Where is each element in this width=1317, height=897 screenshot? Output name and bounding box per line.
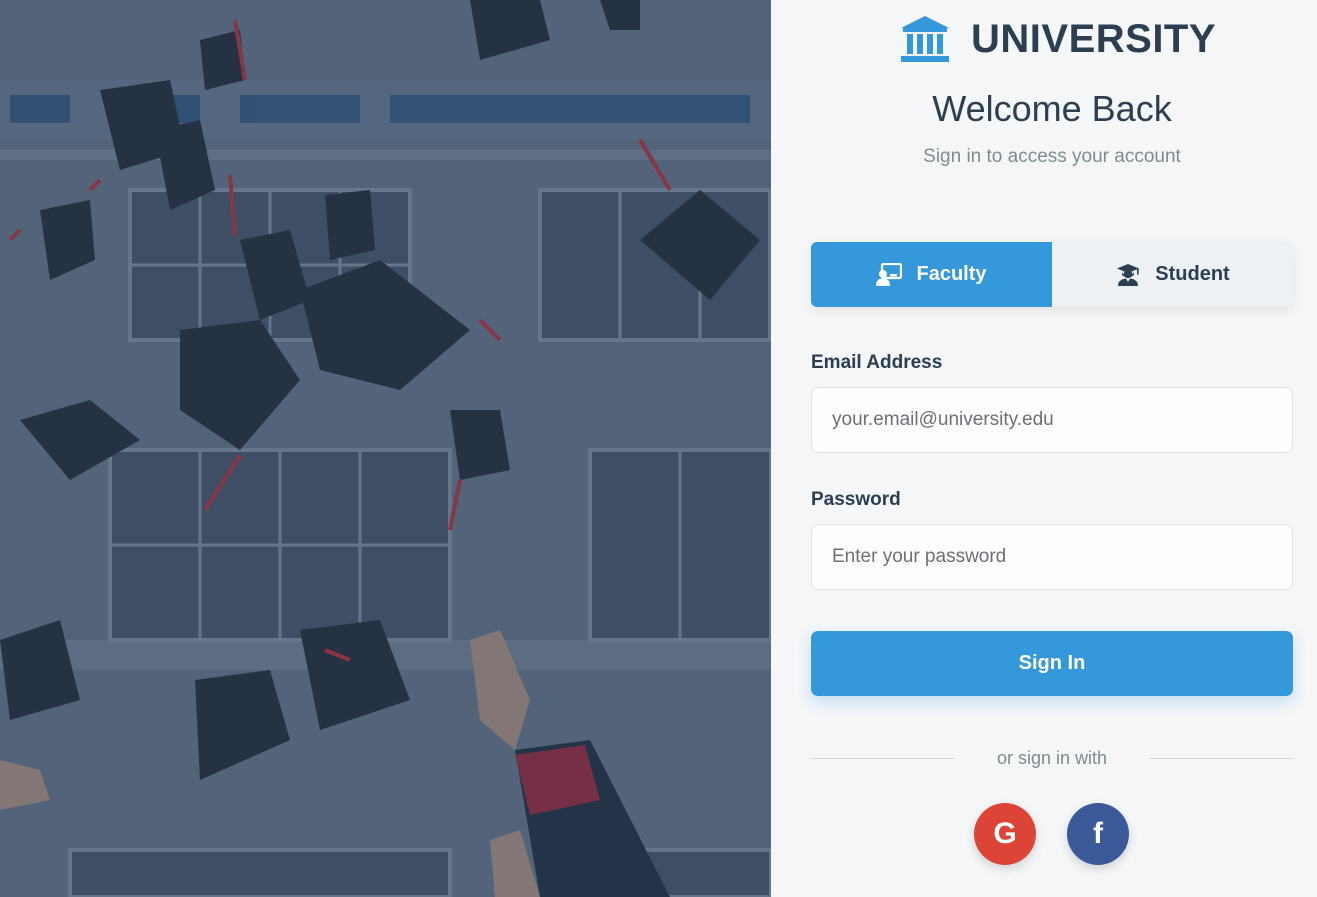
divider-line-left (811, 758, 955, 759)
user-graduate-icon (1115, 263, 1141, 287)
login-page: UNIVERSITY Welcome Back Sign in to acces… (0, 0, 1317, 897)
facebook-signin-button[interactable]: f (1067, 803, 1129, 865)
tab-faculty-label: Faculty (916, 263, 987, 285)
email-field[interactable] (811, 387, 1293, 453)
university-building-icon (899, 14, 951, 64)
google-icon: G (993, 817, 1017, 850)
social-login: G f (974, 803, 1129, 865)
brand-name: UNIVERSITY (971, 16, 1217, 61)
brand-logo: UNIVERSITY (899, 14, 1216, 64)
tab-student[interactable]: Student (1052, 242, 1293, 307)
tab-student-label: Student (1155, 263, 1230, 285)
email-label: Email Address (811, 352, 943, 373)
divider-line-right (1149, 758, 1293, 759)
hero-image-graduation (0, 0, 771, 897)
facebook-icon: f (1093, 817, 1103, 850)
graduation-photo (0, 0, 771, 897)
sign-in-button[interactable]: Sign In (811, 631, 1293, 696)
welcome-subtitle: Sign in to access your account (923, 146, 1181, 167)
social-divider: or sign in with (811, 748, 1293, 769)
welcome-title: Welcome Back (932, 88, 1172, 129)
role-tabs: Faculty Student (811, 242, 1293, 307)
divider-text: or sign in with (996, 748, 1108, 768)
tab-faculty[interactable]: Faculty (811, 242, 1052, 307)
password-field[interactable] (811, 524, 1293, 590)
password-label: Password (811, 489, 901, 510)
google-signin-button[interactable]: G (974, 803, 1036, 865)
login-panel: UNIVERSITY Welcome Back Sign in to acces… (771, 0, 1317, 897)
chalkboard-teacher-icon (876, 262, 903, 287)
